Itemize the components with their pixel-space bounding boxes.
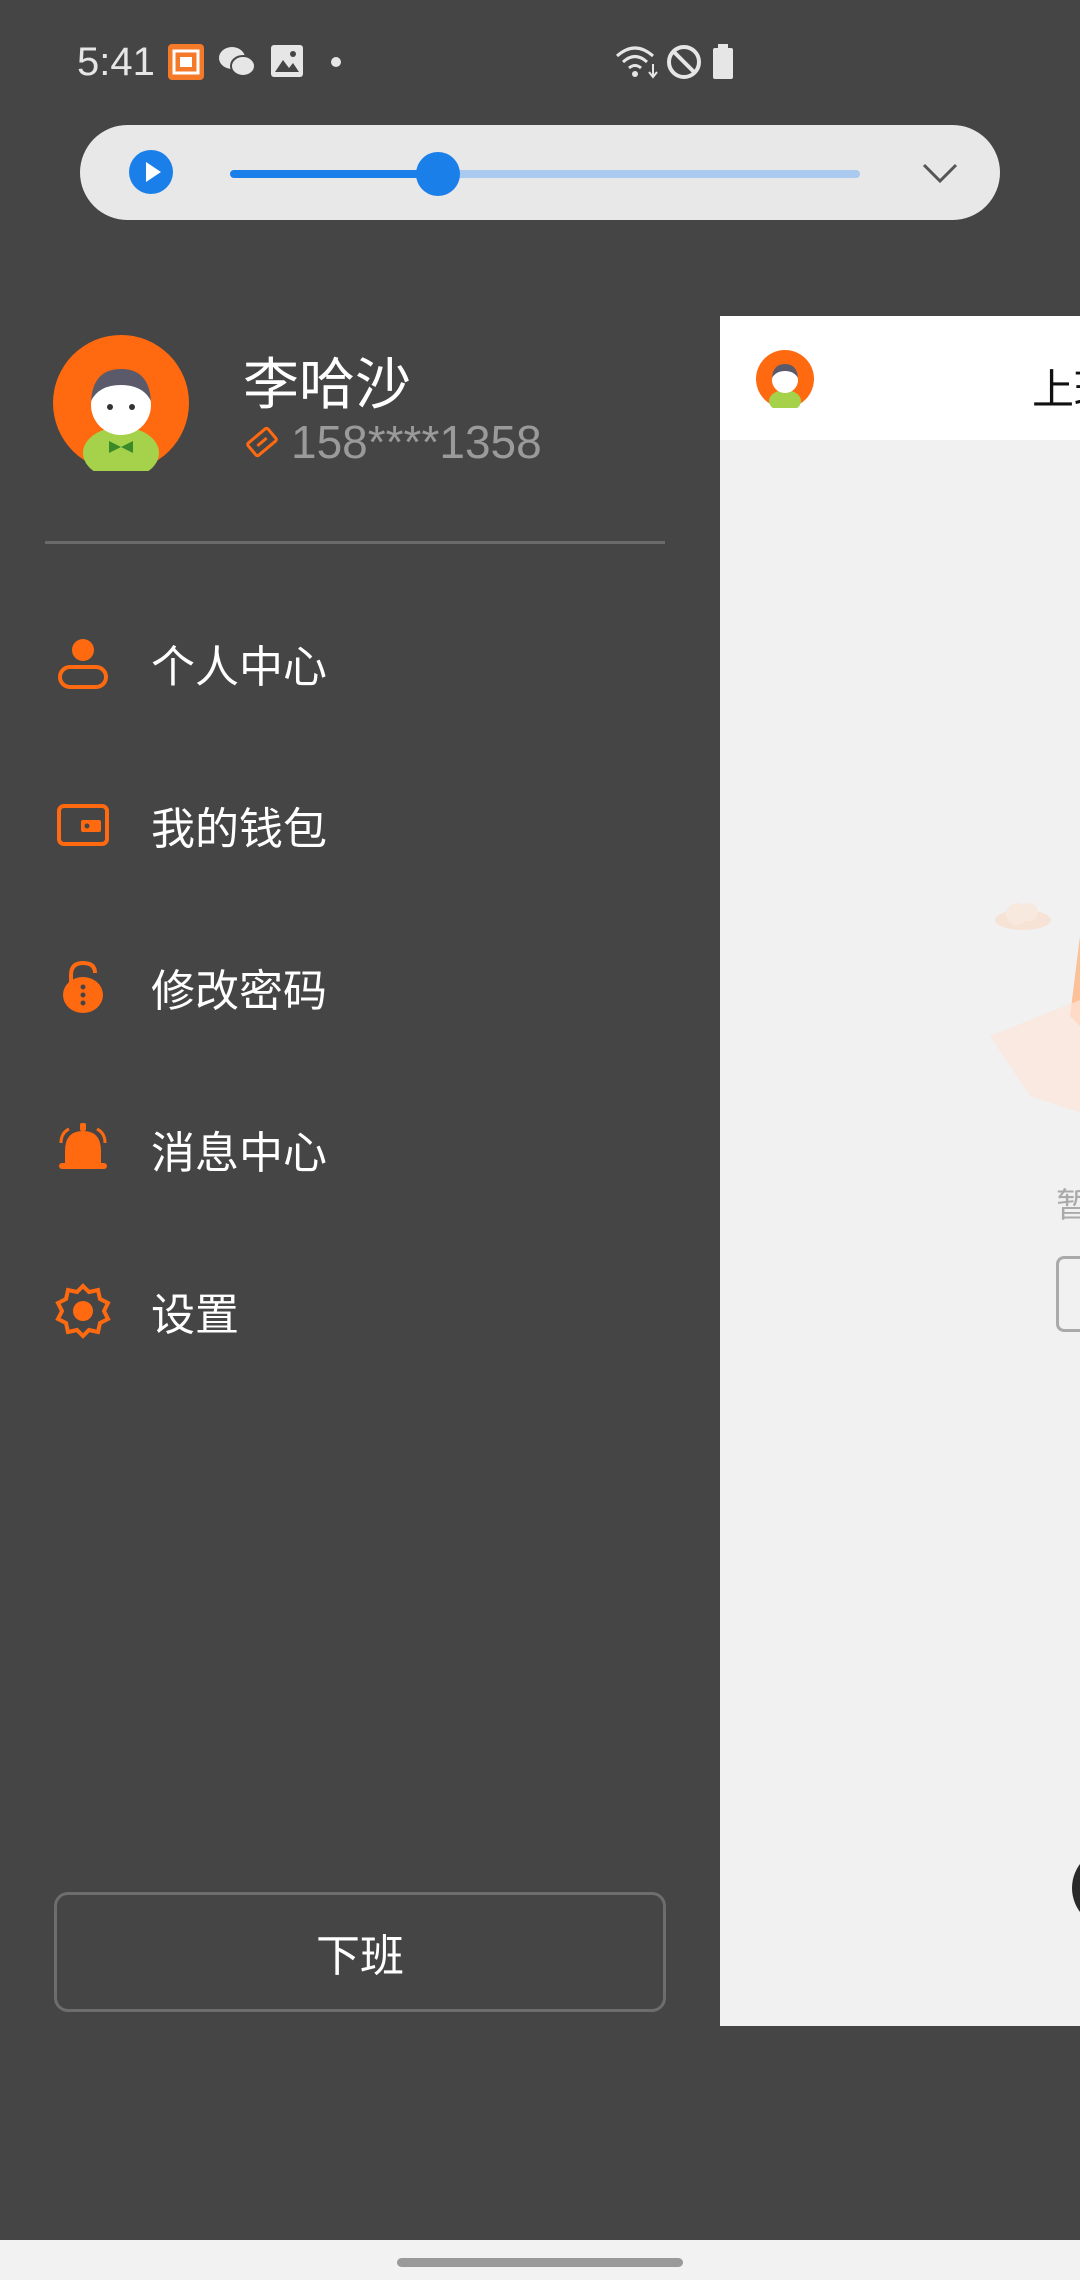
empty-state-button[interactable] [1056, 1256, 1080, 1332]
main-panel: 上班 暂 [720, 316, 1080, 2026]
off-duty-button[interactable]: 下班 [54, 1892, 666, 2012]
menu-item-personal-center[interactable]: 个人中心 [55, 613, 655, 713]
lock-icon [63, 960, 103, 1013]
menu-item-change-password[interactable]: 修改密码 [55, 937, 655, 1037]
empty-state-illustration [990, 936, 1080, 1113]
user-name: 李哈沙 [243, 353, 411, 416]
menu-label: 设置 [151, 1291, 239, 1340]
empty-state-text: 暂 [1056, 1187, 1080, 1225]
header-avatar[interactable] [756, 350, 814, 408]
phone-row: 158****1358 [243, 412, 542, 472]
gallery-icon [271, 45, 303, 77]
menu-item-message-center[interactable]: 消息中心 [55, 1099, 655, 1199]
more-dot-icon [331, 57, 341, 67]
badge-tag-icon [246, 426, 278, 458]
navigation-bar [0, 2240, 1080, 2280]
gear-icon [55, 1283, 111, 1339]
phone-number: 158****1358 [291, 416, 542, 468]
menu-label: 我的钱包 [151, 805, 327, 854]
media-progress-slider[interactable] [230, 152, 860, 196]
wallet-icon [57, 804, 109, 846]
drawer-divider [45, 541, 665, 544]
status-time: 5:41 [77, 40, 155, 84]
app-notification-icon [168, 44, 204, 80]
screen: 5:41 李哈沙 158****1358 个人中心 我的钱包 修改密码 消息中心… [0, 0, 1080, 2280]
media-progress-fill [230, 170, 438, 178]
person-icon [58, 639, 108, 689]
avatar[interactable] [53, 335, 189, 471]
media-player [80, 125, 1000, 220]
do-not-disturb-icon [667, 45, 701, 79]
chevron-down-icon[interactable] [920, 155, 960, 191]
home-handle[interactable] [397, 2258, 683, 2267]
main-header: 上班 [720, 316, 1080, 440]
menu-label: 消息中心 [151, 1129, 327, 1178]
menu-label: 修改密码 [151, 967, 327, 1016]
wifi-icon [616, 46, 658, 79]
wechat-icon [219, 47, 256, 77]
menu-item-settings[interactable]: 设置 [55, 1261, 655, 1361]
page-title: 上班 [1032, 366, 1080, 413]
bell-icon [59, 1123, 107, 1169]
menu-item-wallet[interactable]: 我的钱包 [55, 775, 655, 875]
status-bar: 5:41 [0, 0, 1080, 125]
play-icon[interactable] [128, 149, 174, 195]
battery-icon [713, 44, 733, 79]
media-progress-thumb[interactable] [415, 152, 460, 196]
floating-action-button[interactable] [1072, 1848, 1080, 1928]
menu-label: 个人中心 [151, 643, 327, 692]
